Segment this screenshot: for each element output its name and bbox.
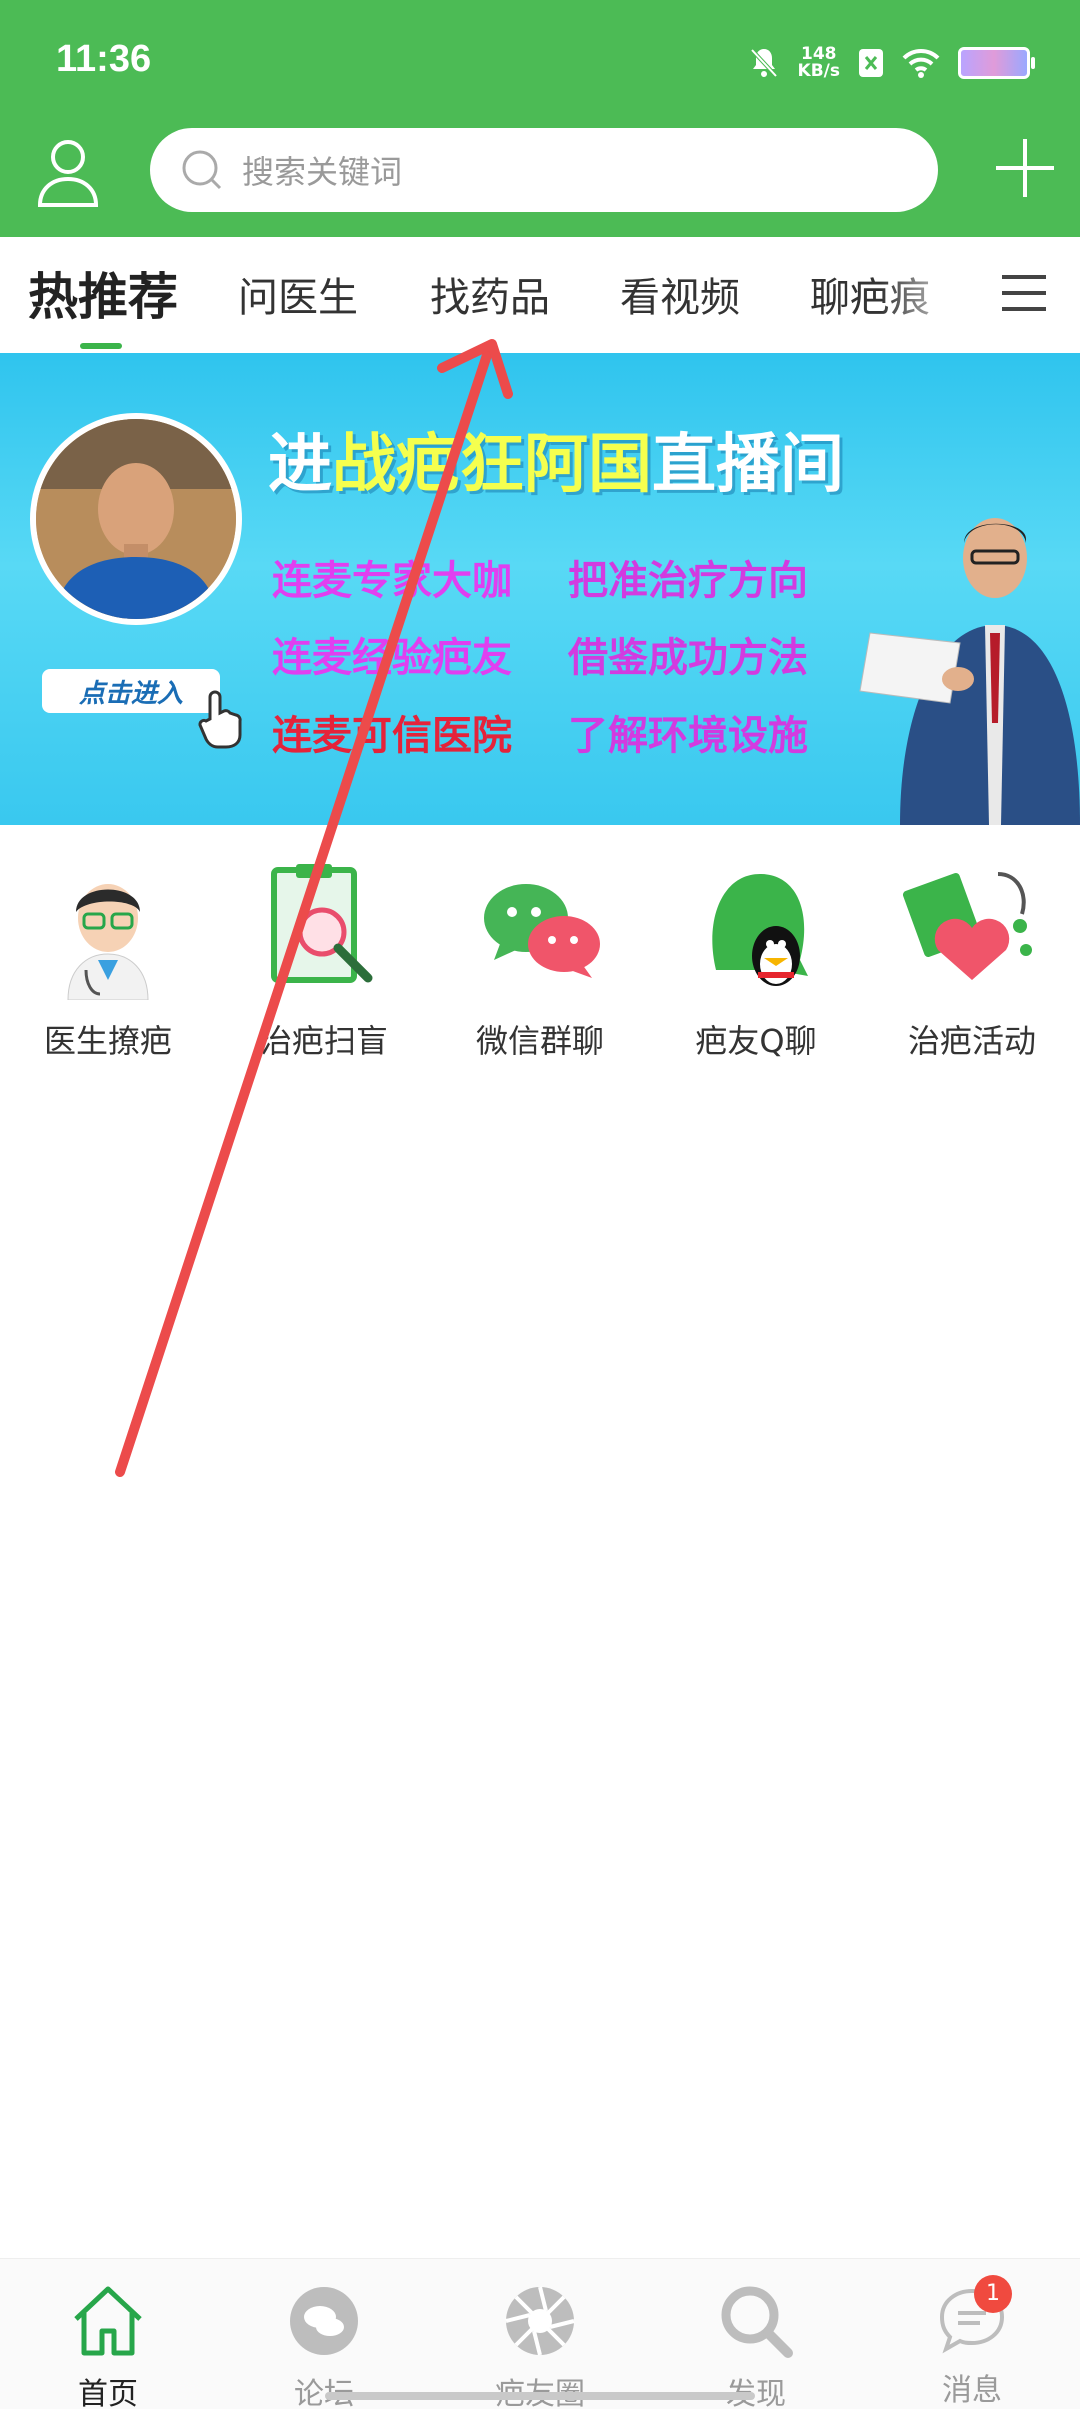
profile-icon[interactable] bbox=[36, 137, 100, 209]
mute-bell-icon bbox=[750, 48, 778, 78]
home-icon bbox=[74, 2286, 142, 2356]
banner-line-2-left: 连麦经验疤友 bbox=[272, 635, 512, 681]
add-icon[interactable] bbox=[992, 135, 1058, 201]
wifi-icon bbox=[902, 48, 940, 78]
message-badge: 1 bbox=[974, 2275, 1012, 2313]
stethoscope-heart-icon bbox=[902, 872, 1032, 980]
menu-icon[interactable] bbox=[1002, 273, 1046, 313]
document-magnifier-icon bbox=[271, 864, 373, 983]
active-tab-indicator bbox=[80, 343, 122, 349]
status-bar: 11:36 148 KB/s bbox=[0, 0, 1080, 125]
enter-live-label: 点击进入 bbox=[78, 678, 183, 709]
banner-line-3-left: 连麦可信医院 bbox=[272, 713, 512, 759]
quick-qq-chat-label: 疤友Q聊 bbox=[695, 1022, 817, 1060]
tab-fade bbox=[880, 237, 990, 353]
bottom-navigation: 首页 论坛 疤友圈 发现 1 消息 bbox=[0, 2258, 1080, 2412]
quick-scar-education[interactable]: 治疤扫盲 bbox=[224, 860, 424, 1062]
search-icon bbox=[721, 2286, 793, 2358]
wechat-icon bbox=[484, 884, 600, 978]
search-placeholder: 搜索关键词 bbox=[242, 153, 403, 191]
banner-title: 进战疤狂阿国直播间 bbox=[268, 413, 844, 505]
nav-home-label: 首页 bbox=[78, 2377, 138, 2412]
qq-icon bbox=[712, 874, 808, 986]
aperture-icon bbox=[505, 2286, 575, 2356]
tab-ask-doctor[interactable]: 问医生 bbox=[238, 265, 358, 323]
quick-scar-activity-label: 治疤活动 bbox=[907, 1022, 1036, 1060]
search-bar[interactable]: 搜索关键词 bbox=[150, 128, 938, 212]
status-icons: 148 KB/s bbox=[748, 40, 1035, 86]
home-indicator[interactable] bbox=[325, 2392, 755, 2400]
doctor-icon bbox=[67, 884, 149, 1001]
banner-title-prefix: 进 bbox=[268, 428, 332, 502]
quick-scar-activity[interactable]: 治疤活动 bbox=[872, 860, 1072, 1062]
tab-watch-video[interactable]: 看视频 bbox=[620, 265, 740, 323]
nav-forum-label: 论坛 bbox=[294, 2377, 354, 2412]
banner-line-1-right: 把准治疗方向 bbox=[568, 558, 808, 604]
banner-line-3-right: 了解环境设施 bbox=[568, 713, 808, 759]
tab-hot-recommend[interactable]: 热推荐 bbox=[28, 257, 178, 329]
banner-line-2-right: 借鉴成功方法 bbox=[568, 635, 808, 681]
banner-title-highlight: 战疤狂阿国 bbox=[332, 428, 652, 502]
quick-doctor-label: 医生撩疤 bbox=[43, 1022, 172, 1060]
status-time: 11:36 bbox=[56, 38, 152, 80]
banner-title-suffix: 直播间 bbox=[652, 428, 844, 502]
nav-home[interactable]: 首页 bbox=[23, 2281, 193, 2413]
message-icon-wrap: 1 bbox=[932, 2275, 1012, 2361]
presenter-figure bbox=[859, 518, 1080, 825]
search-icon bbox=[182, 150, 222, 190]
quick-wechat-group-label: 微信群聊 bbox=[475, 1022, 604, 1060]
live-room-banner[interactable]: 点击进入 进战疤狂阿国直播间 连麦专家大咖 把准治疗方向 连麦经验疤友 借鉴成功… bbox=[0, 353, 1080, 825]
quick-qq-chat[interactable]: 疤友Q聊 bbox=[656, 860, 856, 1062]
quick-scar-education-label: 治疤扫盲 bbox=[259, 1022, 388, 1060]
hand-pointer-icon bbox=[198, 690, 242, 749]
battery-icon bbox=[958, 47, 1035, 79]
chat-bubble-icon bbox=[290, 2287, 358, 2355]
sim-off-icon bbox=[859, 49, 883, 77]
net-speed: 148 KB/s bbox=[798, 46, 840, 80]
category-tabs: 热推荐 问医生 找药品 看视频 聊疤痕 bbox=[0, 237, 1080, 353]
tab-find-medicine[interactable]: 找药品 bbox=[430, 265, 550, 323]
nav-messages[interactable]: 1 消息 bbox=[887, 2275, 1057, 2409]
host-photo bbox=[30, 413, 242, 625]
quick-doctor[interactable]: 医生撩疤 bbox=[8, 860, 208, 1062]
quick-wechat-group[interactable]: 微信群聊 bbox=[440, 860, 640, 1062]
top-header: 搜索关键词 bbox=[0, 125, 1080, 237]
quick-icons-row: 医生撩疤 治疤扫盲 微信群聊 疤友Q聊 治疤活动 bbox=[0, 860, 1080, 1070]
banner-line-1-left: 连麦专家大咖 bbox=[272, 558, 512, 604]
net-speed-unit: KB/s bbox=[797, 61, 840, 81]
nav-discover-label: 发现 bbox=[726, 2377, 786, 2412]
nav-messages-label: 消息 bbox=[942, 2373, 1002, 2408]
nav-scar-circle-label: 疤友圈 bbox=[455, 2369, 625, 2413]
enter-live-button[interactable]: 点击进入 bbox=[42, 669, 220, 713]
